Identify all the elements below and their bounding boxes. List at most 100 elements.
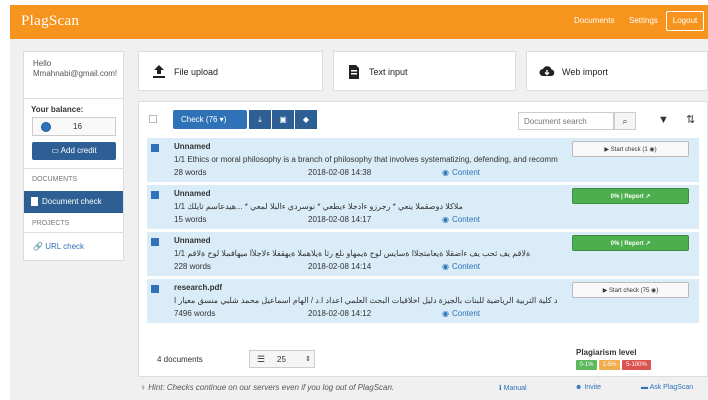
sidebar-item-label: URL check (45, 242, 85, 251)
row-checkbox[interactable] (151, 238, 159, 246)
ask-plagscan-link[interactable]: ▬ Ask PlagScan (641, 384, 693, 391)
manual-link[interactable]: ℹ Manual (499, 384, 527, 392)
word-count: 15 words (174, 215, 207, 224)
invite-link[interactable]: ☻ Invite (575, 384, 601, 391)
sidebar-item-document-check[interactable]: Document check (24, 191, 123, 213)
content-link[interactable]: ◉ Content (442, 309, 480, 318)
upload-icon (153, 65, 165, 78)
row-checkbox[interactable] (151, 191, 159, 199)
start-check-button[interactable]: ▶ Start check (1 ◉) (572, 141, 689, 157)
file-icon (31, 197, 38, 206)
divider (24, 232, 123, 233)
invite-label: Invite (584, 384, 602, 391)
balance-label: Your balance: (31, 105, 84, 114)
credit-card-icon: ▭ (51, 146, 61, 155)
plagiarism-level-title: Plagiarism level (576, 348, 637, 357)
plagiarism-level-low: 0-1% (576, 360, 597, 370)
document-title[interactable]: Unnamed (174, 142, 210, 151)
link-icon: 🔗 (33, 242, 46, 251)
search-icon: ⌕ (622, 116, 628, 126)
table-row[interactable]: research.pdf ع التطوير المستمر والتأهيل … (147, 279, 699, 323)
delete-button[interactable]: ▣ (272, 110, 294, 129)
eye-icon: ◉ (442, 262, 449, 271)
divider (24, 168, 123, 169)
document-preview: ع التطوير المستمر والتأهيل لاعتماد كلية … (174, 296, 558, 305)
content-link[interactable]: ◉ Content (442, 262, 480, 271)
balance-box: 16 (32, 117, 116, 136)
check-button[interactable]: Check (76 ▾) (173, 110, 247, 129)
web-import-button[interactable]: Web import (526, 51, 708, 91)
word-count: 7496 words (174, 309, 216, 318)
content-link-label: Content (451, 215, 481, 224)
eye-icon: ◉ (442, 168, 449, 177)
document-title[interactable]: Unnamed (174, 236, 210, 245)
text-input-label: Text input (369, 67, 408, 77)
document-date: 2018-02-08 14:38 (308, 168, 372, 177)
table-row[interactable]: Unnamed 1/1 Ethics or moral philosophy i… (147, 138, 699, 182)
app-frame: PlagScan Documents Settings Logout Hello… (10, 5, 708, 400)
document-preview: 1/1 ملاكلا دوصقملا ينعي * رجرزو ءادجلا ء… (174, 202, 463, 211)
list-icon: ☰ (257, 354, 266, 364)
plagscan-logo[interactable]: PlagScan (21, 13, 79, 30)
document-date: 2018-02-08 14:17 (308, 215, 372, 224)
hint-label: Hint: Checks continue on our servers eve… (148, 383, 395, 392)
eye-icon: ◉ (442, 309, 449, 318)
web-import-label: Web import (562, 67, 608, 77)
trash-icon: ▣ (279, 115, 287, 124)
nav-settings[interactable]: Settings (629, 16, 658, 25)
sidebar-item-label: Document check (42, 197, 102, 206)
report-button[interactable]: 0% | Report ↗ (572, 188, 689, 204)
tag-button[interactable]: ◆ (295, 110, 317, 129)
document-title[interactable]: research.pdf (174, 283, 222, 292)
page-size-value: 25 (277, 355, 286, 364)
table-row[interactable]: Unnamed 1/1 ملاكلا دوصقملا ينعي * رجرزو … (147, 185, 699, 229)
coin-icon (41, 122, 51, 132)
document-preview: 1/1 ةلاقم يف ثحب يف ءاضقلا ةيعامتجلاا ةس… (174, 249, 531, 258)
hint-text: ♀ Hint: Checks continue on our servers e… (140, 383, 394, 392)
bulb-icon: ♀ (140, 383, 149, 392)
start-check-button[interactable]: ▶ Start check (75 ◉) (572, 282, 689, 298)
file-upload-label: File upload (174, 67, 219, 77)
download-button[interactable]: ⤓ (249, 110, 271, 129)
content-link[interactable]: ◉ Content (442, 168, 480, 177)
content-link-label: Content (451, 262, 481, 271)
sort-icon[interactable]: ⇅ (686, 113, 695, 126)
file-upload-button[interactable]: File upload (138, 51, 323, 91)
content-link[interactable]: ◉ Content (442, 215, 480, 224)
word-count: 28 words (174, 168, 207, 177)
ask-label: Ask PlagScan (649, 384, 694, 391)
word-count: 228 words (174, 262, 211, 271)
select-all-checkbox[interactable] (149, 115, 157, 123)
sidebar: Hello Mmahnabi@gmail.com! Your balance: … (23, 51, 124, 261)
chat-icon: ▬ (641, 384, 650, 391)
content-link-label: Content (451, 309, 481, 318)
users-icon: ☻ (575, 384, 585, 391)
text-input-button[interactable]: Text input (333, 51, 516, 91)
section-projects: PROJECTS (32, 220, 70, 227)
text-input-icon (349, 65, 359, 79)
document-date: 2018-02-08 14:12 (308, 309, 372, 318)
report-button[interactable]: 0% | Report ↗ (572, 235, 689, 251)
content-link-label: Content (451, 168, 481, 177)
balance-value: 16 (73, 122, 82, 131)
row-checkbox[interactable] (151, 144, 159, 152)
plagiarism-level-medium: 1-5% (599, 360, 620, 370)
documents-panel: Check (76 ▾) ⤓ ▣ ◆ ⌕ ▼ ⇅ Unnamed 1/1 Eth… (138, 101, 708, 377)
logout-button[interactable]: Logout (666, 11, 704, 31)
table-row[interactable]: Unnamed 1/1 ةلاقم يف ثحب يف ءاضقلا ةيعام… (147, 232, 699, 276)
filter-icon[interactable]: ▼ (658, 114, 669, 126)
row-checkbox[interactable] (151, 285, 159, 293)
chevron-updown-icon: ⇕ (305, 356, 311, 363)
nav-documents[interactable]: Documents (574, 16, 614, 25)
document-search-input[interactable] (518, 112, 614, 130)
document-title[interactable]: Unnamed (174, 189, 210, 198)
page-footer: ♀ Hint: Checks continue on our servers e… (10, 379, 708, 400)
document-count: 4 documents (157, 355, 203, 364)
add-credit-label: Add credit (60, 146, 97, 155)
sidebar-item-url-check[interactable]: 🔗 URL check (33, 242, 84, 251)
search-button[interactable]: ⌕ (614, 112, 636, 130)
document-preview: 1/1 Ethics or moral philosophy is a bran… (174, 155, 558, 164)
page-size-select[interactable]: ☰ 25 ⇕ (249, 350, 315, 368)
add-credit-button[interactable]: ▭ Add credit (32, 142, 116, 160)
eye-icon: ◉ (442, 215, 449, 224)
